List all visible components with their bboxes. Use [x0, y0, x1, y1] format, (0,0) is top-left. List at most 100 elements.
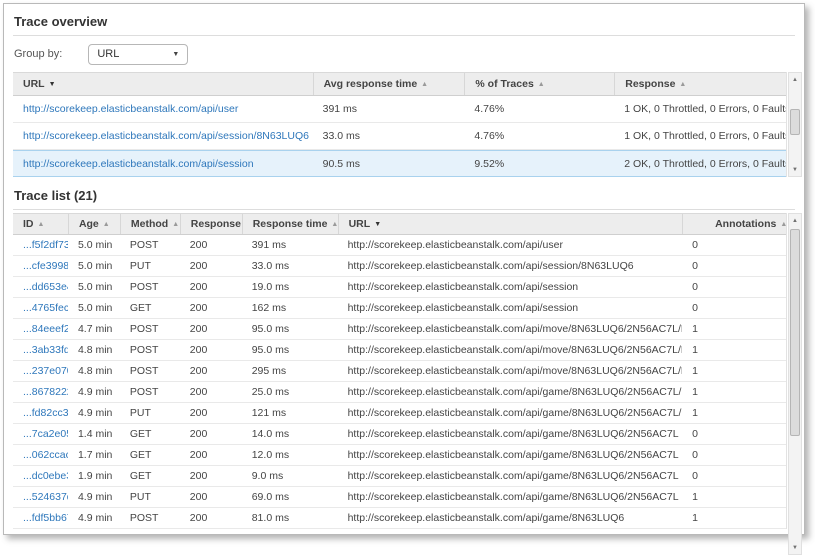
table-row[interactable]: ...062ccac51.7 minGET20012.0 mshttp://sc…: [13, 445, 786, 466]
cell-text: http://scorekeep.elasticbeanstalk.com/ap…: [348, 407, 683, 419]
id-link[interactable]: ...524637dc: [23, 491, 68, 503]
table-row[interactable]: ...dd653e4c5.0 minPOST20019.0 mshttp://s…: [13, 277, 786, 298]
id-link[interactable]: ...4765fec8: [23, 302, 68, 314]
scroll-up-icon[interactable]: ▲: [789, 73, 801, 86]
cell-id: ...4765fec8: [13, 302, 68, 314]
table-row[interactable]: ...dc0ebe3c1.9 minGET2009.0 mshttp://sco…: [13, 466, 786, 487]
trace-list-scrollbar[interactable]: ▲ ▼: [788, 213, 802, 555]
table-row[interactable]: http://scorekeep.elasticbeanstalk.com/ap…: [13, 96, 786, 123]
column-header-label: % of Traces: [475, 78, 533, 90]
table-row[interactable]: ...867822274.9 minPOST20025.0 mshttp://s…: [13, 382, 786, 403]
cell-id: ...fdf5bb67: [13, 512, 68, 524]
column-header-label: Annotations: [715, 218, 776, 230]
column-header-annotations[interactable]: Annotations ▲: [682, 214, 786, 234]
table-header-row: URL▼Avg response time▲% of Traces▲Respon…: [13, 72, 786, 96]
cell-method: GET: [120, 428, 180, 440]
table-row[interactable]: ...237e07054.8 minPOST200295 mshttp://sc…: [13, 361, 786, 382]
id-link[interactable]: ...dd653e4c: [23, 281, 68, 293]
id-link[interactable]: ...84eeef29: [23, 323, 68, 335]
cell-url: http://scorekeep.elasticbeanstalk.com/ap…: [13, 158, 313, 170]
url-link[interactable]: http://scorekeep.elasticbeanstalk.com/ap…: [23, 103, 238, 115]
cell-text: 391 ms: [252, 239, 286, 251]
cell-text: PUT: [130, 260, 151, 272]
cell-method: POST: [120, 323, 180, 335]
cell-text: 81.0 ms: [252, 512, 289, 524]
title-divider: [13, 35, 795, 36]
table-row[interactable]: ...524637dc4.9 minPUT20069.0 mshttp://sc…: [13, 487, 786, 508]
table-row[interactable]: ...fdf5bb674.9 minPOST20081.0 mshttp://s…: [13, 508, 786, 529]
id-link[interactable]: ...cfe39980: [23, 260, 68, 272]
cell-text: 4.8 min: [78, 344, 112, 356]
url-link[interactable]: http://scorekeep.elasticbeanstalk.com/ap…: [23, 158, 254, 170]
url-link[interactable]: http://scorekeep.elasticbeanstalk.com/ap…: [23, 130, 309, 142]
cell-annotations: 0: [682, 239, 786, 251]
cell-annotations: 0: [682, 470, 786, 482]
column-header-response[interactable]: Response▲: [180, 214, 242, 234]
id-link[interactable]: ...fd82cc32: [23, 407, 68, 419]
cell-annotations: 1: [682, 323, 786, 335]
cell-age: 4.7 min: [68, 323, 120, 335]
cell-response: 200: [180, 407, 242, 419]
cell-url: http://scorekeep.elasticbeanstalk.com/ap…: [338, 323, 683, 335]
cell-avg-response-time: 90.5 ms: [313, 158, 465, 170]
cell-response-time: 162 ms: [242, 302, 338, 314]
cell-text: 4.9 min: [78, 491, 112, 503]
id-link[interactable]: ...237e0705: [23, 365, 68, 377]
table-row[interactable]: ...4765fec85.0 minGET200162 mshttp://sco…: [13, 298, 786, 319]
scroll-thumb[interactable]: [790, 229, 800, 436]
cell-avg-response-time: 391 ms: [313, 103, 465, 115]
table-row[interactable]: http://scorekeep.elasticbeanstalk.com/ap…: [13, 150, 786, 177]
cell-text: 200: [190, 281, 208, 293]
id-link[interactable]: ...3ab33fdb: [23, 344, 68, 356]
cell-text: 14.0 ms: [252, 428, 289, 440]
cell-text: PUT: [130, 491, 151, 503]
column-header-id[interactable]: ID▲: [13, 214, 68, 234]
cell-text: 1 OK, 0 Throttled, 0 Errors, 0 Faults: [624, 103, 786, 115]
column-header-response-time[interactable]: Response time▲: [242, 214, 338, 234]
cell-text: 4.76%: [474, 130, 504, 142]
cell-url: http://scorekeep.elasticbeanstalk.com/ap…: [338, 407, 683, 419]
column-header-url[interactable]: URL▼: [338, 214, 683, 234]
id-link[interactable]: ...fdf5bb67: [23, 512, 68, 524]
column-header-label: Response: [191, 218, 241, 230]
column-header-age[interactable]: Age▲: [68, 214, 120, 234]
group-by-dropdown[interactable]: URL ▼: [88, 44, 188, 65]
cell-response: 200: [180, 344, 242, 356]
scroll-up-icon[interactable]: ▲: [789, 214, 801, 227]
cell-text: http://scorekeep.elasticbeanstalk.com/ap…: [348, 470, 679, 482]
cell-text: POST: [130, 344, 159, 356]
id-link[interactable]: ...dc0ebe3c: [23, 470, 68, 482]
column-header-url[interactable]: URL▼: [13, 73, 313, 95]
column-header-of-traces[interactable]: % of Traces▲: [464, 73, 614, 95]
cell-text: 200: [190, 386, 208, 398]
sort-asc-icon: ▲: [421, 81, 428, 88]
cell-method: PUT: [120, 260, 180, 272]
xray-trace-panel: Trace overview Group by: URL ▼ URL▼Avg r…: [3, 3, 805, 535]
sort-asc-icon: ▲: [780, 221, 786, 228]
column-header-method[interactable]: Method▲: [120, 214, 180, 234]
id-link[interactable]: ...7ca2e05f: [23, 428, 68, 440]
column-header-avg-response-time[interactable]: Avg response time▲: [313, 73, 465, 95]
table-row[interactable]: ...7ca2e05f1.4 minGET20014.0 mshttp://sc…: [13, 424, 786, 445]
table-row[interactable]: ...84eeef294.7 minPOST20095.0 mshttp://s…: [13, 319, 786, 340]
cell-method: GET: [120, 302, 180, 314]
cell-response-time: 9.0 ms: [242, 470, 338, 482]
column-header-response[interactable]: Response▲: [614, 73, 786, 95]
table-row[interactable]: ...3ab33fdb4.8 minPOST20095.0 mshttp://s…: [13, 340, 786, 361]
cell-text: POST: [130, 386, 159, 398]
table-row[interactable]: http://scorekeep.elasticbeanstalk.com/ap…: [13, 123, 786, 150]
id-link[interactable]: ...f5f2df73: [23, 239, 68, 251]
scroll-thumb[interactable]: [790, 109, 800, 135]
id-link[interactable]: ...86782227: [23, 386, 68, 398]
scroll-down-icon[interactable]: ▼: [789, 163, 801, 176]
cell-text: POST: [130, 281, 159, 293]
trace-list-table-wrap: ID▲Age▲Method▲Response▲Response time▲URL…: [13, 213, 802, 555]
cell-id: ...237e0705: [13, 365, 68, 377]
cell-text: 19.0 ms: [252, 281, 289, 293]
id-link[interactable]: ...062ccac5: [23, 449, 68, 461]
table-row[interactable]: ...cfe399805.0 minPUT20033.0 mshttp://sc…: [13, 256, 786, 277]
table-row[interactable]: ...fd82cc324.9 minPUT200121 mshttp://sco…: [13, 403, 786, 424]
overview-scrollbar[interactable]: ▲ ▼: [788, 72, 802, 177]
table-row[interactable]: ...f5f2df735.0 minPOST200391 mshttp://sc…: [13, 235, 786, 256]
cell-text: http://scorekeep.elasticbeanstalk.com/ap…: [348, 512, 625, 524]
